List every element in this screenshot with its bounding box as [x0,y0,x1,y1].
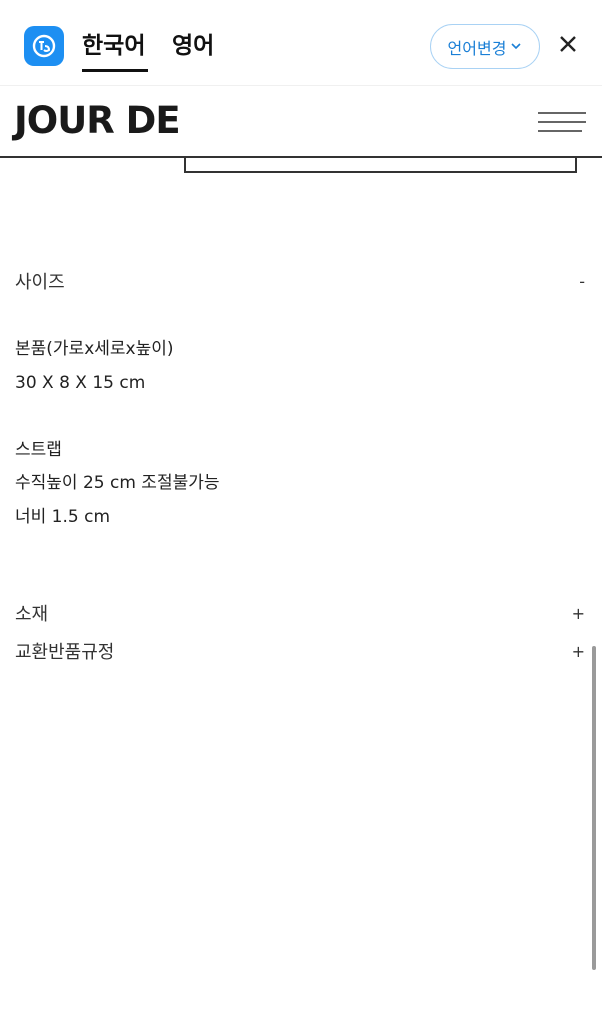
expand-icon: + [571,641,585,661]
strap-label: 스트랩 [15,440,62,460]
site-logo[interactable]: JOUR DE [14,99,181,143]
product-image-frame [184,158,577,173]
hamburger-menu-icon [536,112,588,138]
active-tab-indicator [82,69,148,72]
chevron-down-icon [510,37,522,56]
strap-width: 너비 1.5 cm [15,507,111,527]
tab-korean[interactable]: 한국어 [82,30,145,62]
returns-section-header[interactable]: 교환반품규정 + [15,638,587,664]
scrollbar[interactable] [592,646,596,970]
size-section-header[interactable]: 사이즈 - [15,268,587,294]
returns-section-title: 교환반품규정 [15,642,115,663]
change-language-label: 언어변경 [447,38,507,58]
translation-bar: 한국어 영어 언어변경 [0,0,602,86]
strap-height: 수직높이 25 cm 조절불가능 [15,473,220,493]
size-section-title: 사이즈 [15,272,65,293]
collapse-icon: - [579,271,585,291]
body-size-value: 30 X 8 X 15 cm [15,373,146,393]
translate-app-icon [24,26,64,66]
material-section-title: 소재 [15,604,49,625]
close-icon [559,35,577,57]
material-section-header[interactable]: 소재 + [15,600,587,626]
change-language-button[interactable]: 언어변경 [430,24,540,69]
menu-button[interactable] [536,110,588,134]
close-button[interactable] [553,31,583,61]
body-size-label: 본품(가로x세로x높이) [15,339,174,359]
tab-english[interactable]: 영어 [172,30,214,62]
expand-icon: + [571,603,585,623]
site-header: JOUR DE [0,86,602,158]
